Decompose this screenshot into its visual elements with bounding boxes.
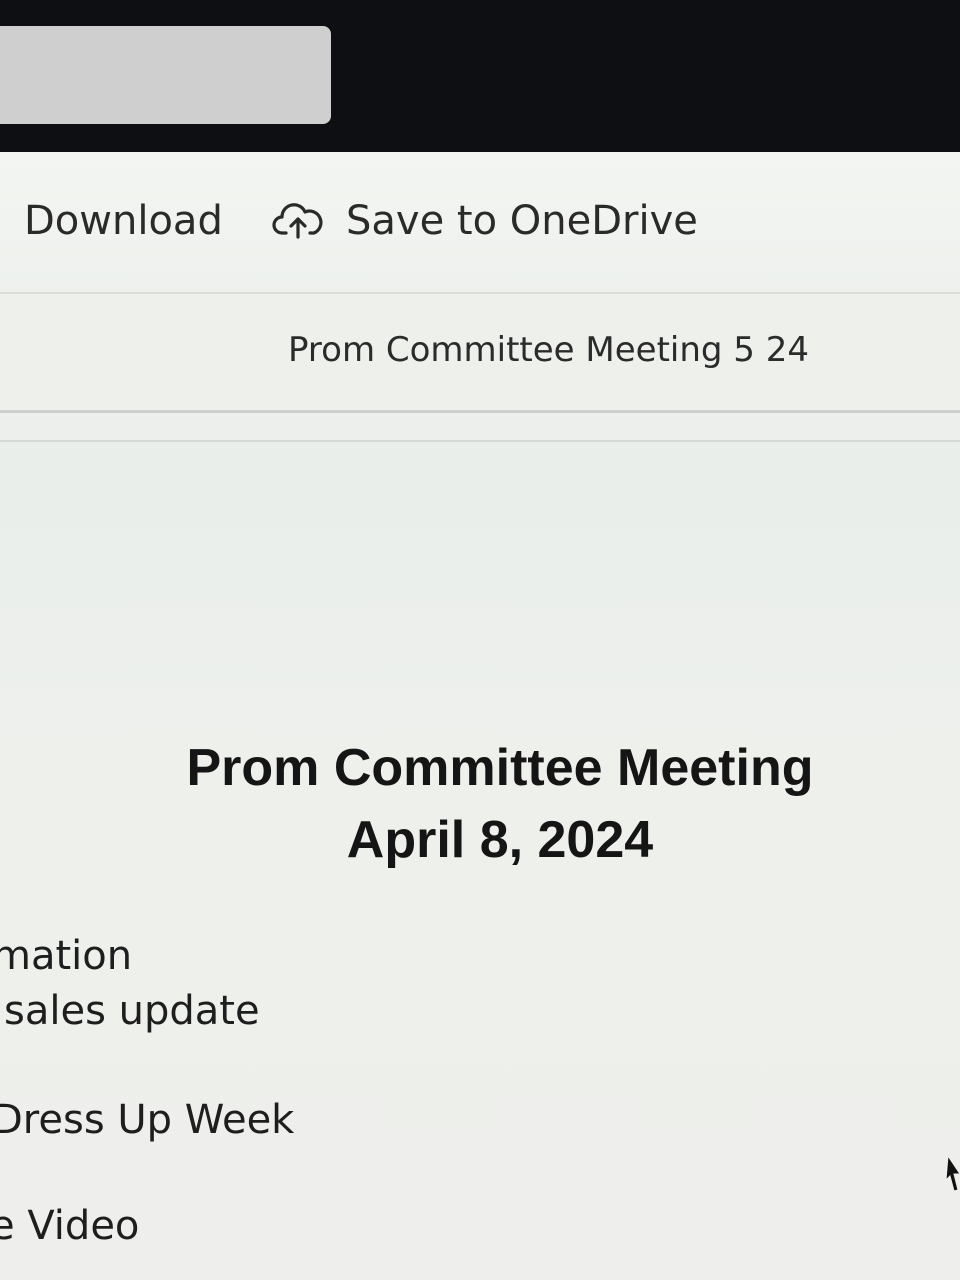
download-button[interactable]: Download: [24, 193, 223, 249]
cloud-upload-icon: [272, 201, 324, 241]
document-name: Prom Committee Meeting 5 24: [288, 330, 809, 370]
mouse-cursor-icon: [944, 1150, 960, 1194]
search-box[interactable]: [0, 26, 331, 124]
title-divider: [0, 410, 960, 413]
save-to-onedrive-label: Save to OneDrive: [346, 198, 698, 244]
download-label: Download: [24, 198, 223, 244]
agenda-item: mation: [0, 933, 133, 979]
agenda-item: e Video: [0, 1203, 140, 1249]
document-date: April 8, 2024: [346, 811, 654, 869]
save-to-onedrive-button[interactable]: Save to OneDrive: [272, 193, 698, 249]
document-heading: Prom Committee Meeting: [186, 739, 814, 797]
agenda-item: Dress Up Week: [0, 1097, 295, 1143]
browser-top-bar: [0, 0, 960, 152]
agenda-item: sales update: [4, 988, 260, 1034]
